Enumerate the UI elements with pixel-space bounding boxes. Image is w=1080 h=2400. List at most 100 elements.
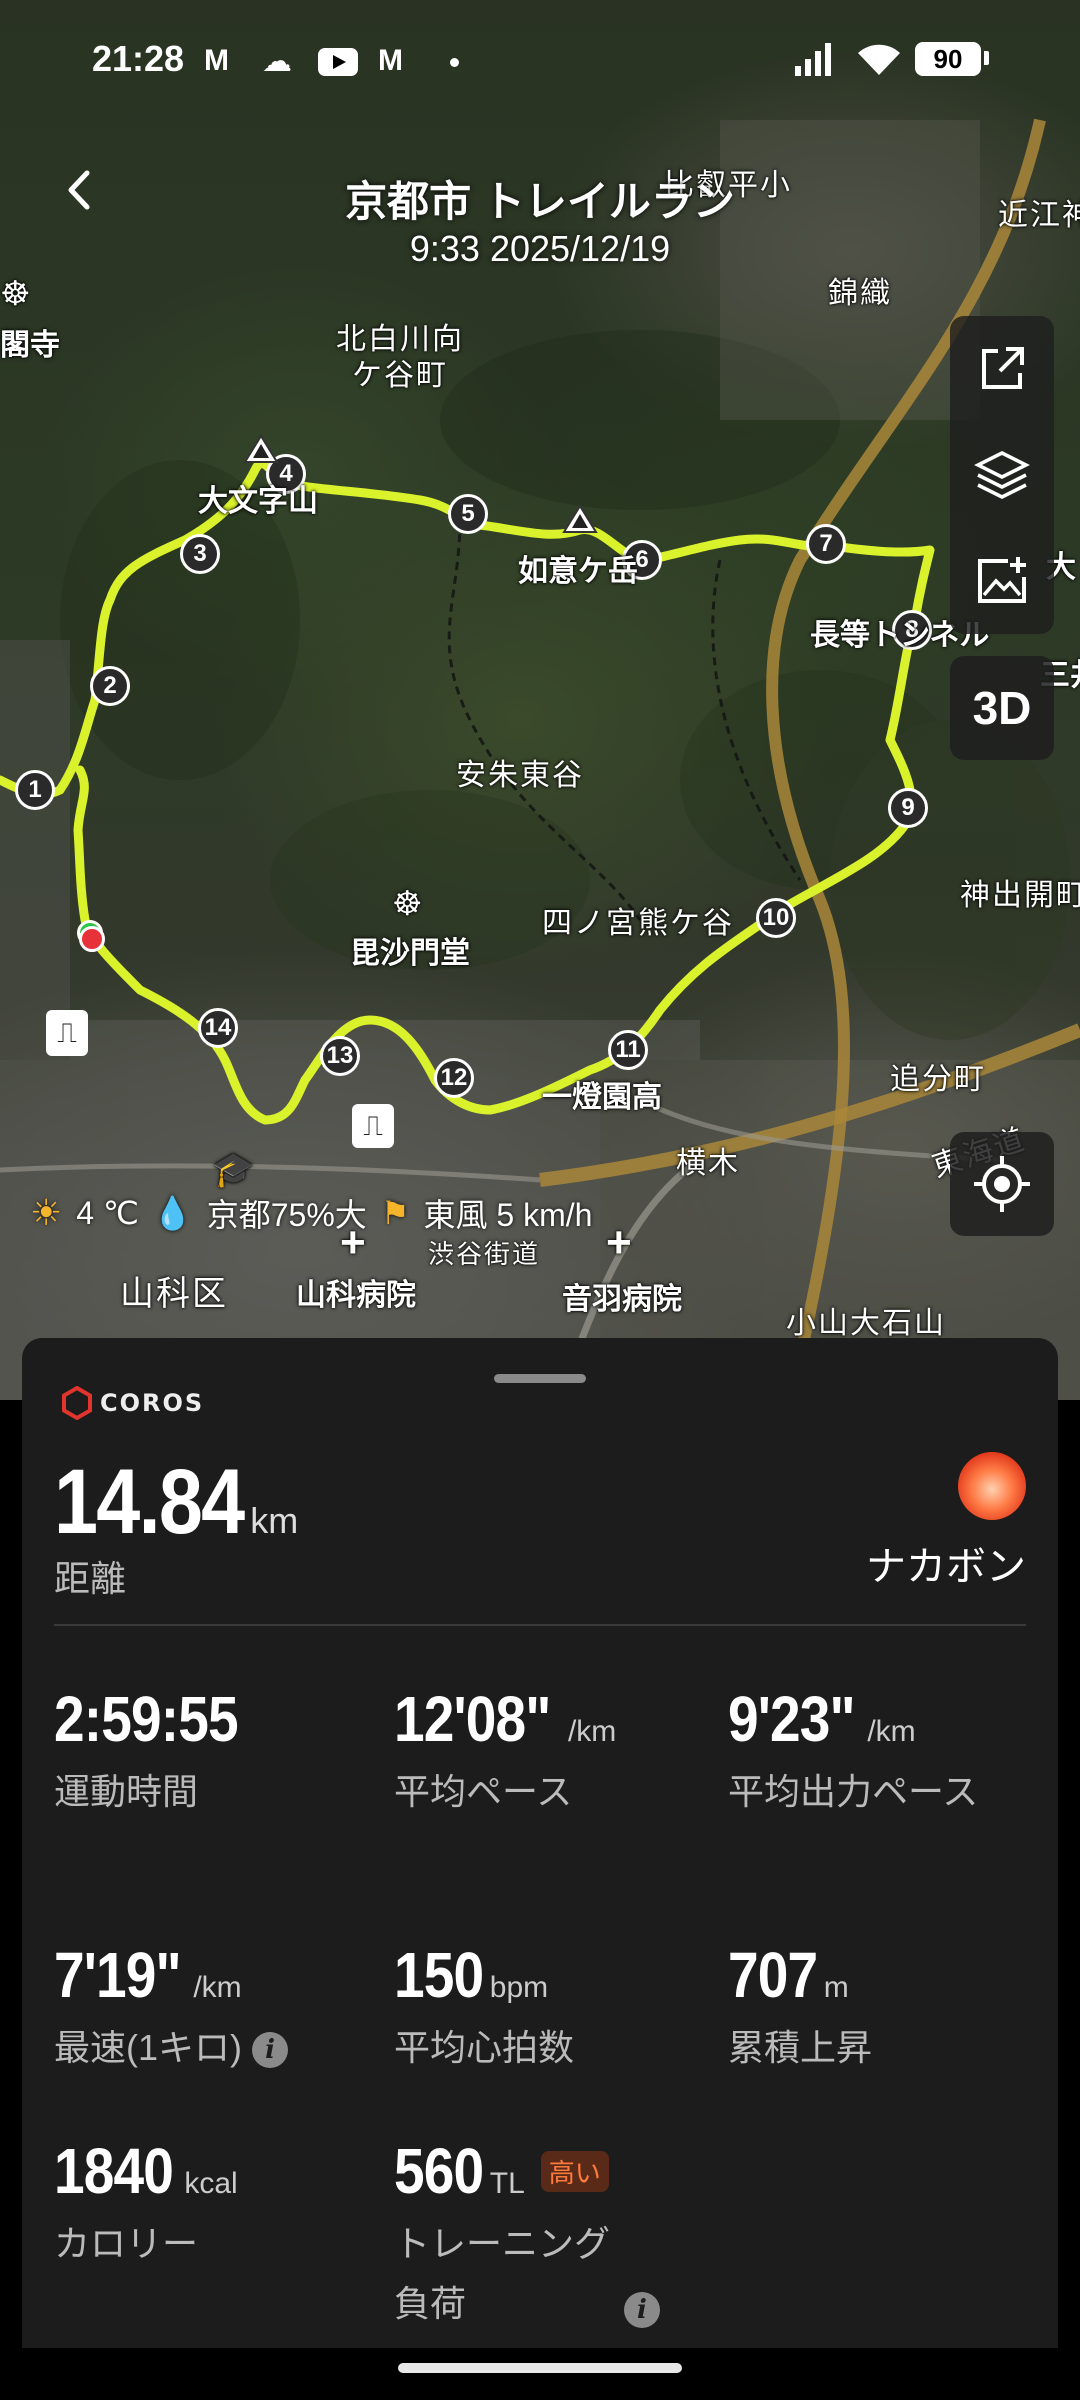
km-marker-3: 3 <box>180 534 220 574</box>
map-label-koyama: 小山大石山 <box>786 1307 946 1340</box>
map-label-bishamondo: 毘沙門堂 <box>350 937 470 970</box>
map-label-yamashina-ku: 山科区 <box>120 1275 228 1313</box>
map-label-yamashina-hospital: 山科病院 <box>296 1279 416 1312</box>
locate-button[interactable] <box>950 1132 1054 1236</box>
signal-icon <box>795 43 831 76</box>
stat-label: 平均ペース <box>394 1771 573 1812</box>
map-label-anshu: 安朱東谷 <box>456 759 584 792</box>
stat-unit: /km <box>867 1715 916 1748</box>
stat-value: 12'08" <box>394 1683 551 1755</box>
map-label-nishiki: 錦織 <box>828 277 892 310</box>
km-marker-9: 9 <box>888 788 928 828</box>
stat-value: 150 <box>394 1939 484 2011</box>
stat-value: 1840 <box>54 2135 174 2207</box>
humidity: 京都75%大 <box>206 1197 367 1233</box>
km-marker-5: 5 <box>448 494 488 534</box>
stat-value: 560 <box>394 2135 484 2207</box>
stat-duration: 2:59:55 運動時間 <box>54 1682 354 1822</box>
mountain-icon <box>243 434 279 463</box>
youtube-icon <box>318 48 358 76</box>
3d-toggle-button[interactable]: 3D <box>950 656 1054 760</box>
map-label-temple-left: 閣寺 <box>0 329 60 362</box>
temple-icon: ☸ <box>0 275 33 313</box>
km-marker-2: 2 <box>90 666 130 706</box>
km-marker-12: 12 <box>434 1058 474 1098</box>
map-label-kamide: 神出開町 <box>960 879 1080 912</box>
stat-value: 2:59:55 <box>54 1683 239 1755</box>
map-label-ittoen: 一燈園高 <box>542 1081 662 1114</box>
station-icon: ⎍ <box>46 1010 88 1056</box>
battery-tip <box>984 51 989 65</box>
add-photo-icon <box>978 557 1026 603</box>
activity-title: 京都市 トレイルラン <box>345 178 735 225</box>
hospital-icon: + <box>606 1218 632 1267</box>
status-bar: 21:28 M ☁ M 90 <box>0 30 1080 90</box>
layers-button[interactable] <box>950 422 1054 528</box>
map-label-kita-shirakawa: 北白川向 ケ谷町 <box>336 323 464 392</box>
brand: COROS <box>60 1386 204 1420</box>
load-level-badge: 高い <box>540 2150 609 2192</box>
stat-avg-pace: 12'08" /km 平均ペース <box>394 1682 694 1822</box>
gmail-icon: M <box>378 44 403 77</box>
status-time: 21:28 <box>92 38 185 79</box>
map-label-shibutani: 渋谷街道 <box>428 1239 541 1269</box>
school-icon: 🎓 <box>212 1151 257 1189</box>
stat-label: 平均心拍数 <box>394 2027 575 2068</box>
photo-button[interactable] <box>950 528 1054 634</box>
stat-label: 平均出力ペース <box>728 1771 979 1812</box>
map-label-otowa-hospital: 音羽病院 <box>562 1283 682 1316</box>
distance-unit: km <box>250 1500 299 1541</box>
stat-label: 運動時間 <box>54 1771 199 1812</box>
avatar[interactable] <box>958 1452 1026 1520</box>
map-label-nyoigatake: 如意ケ岳 <box>518 555 638 588</box>
stat-label: トレーニング負荷 <box>394 2223 611 2324</box>
humidity-icon: 💧 <box>152 1195 193 1231</box>
stat-avg-power-pace: 9'23" /km 平均出力ペース <box>728 1682 988 1822</box>
battery-icon: 90 <box>915 42 981 76</box>
stat-training-load: 560 TL 高い トレーニング負荷 <box>394 2134 644 2334</box>
activity-datetime: 9:33 2025/12/19 <box>409 228 671 269</box>
wind: 東風 5 km/h <box>423 1197 593 1233</box>
stat-value: 707 <box>728 1939 818 2011</box>
username[interactable]: ナカボン <box>866 1534 1026 1592</box>
km-marker-1: 1 <box>15 770 55 810</box>
layers-icon <box>974 451 1030 499</box>
wind-icon: ⚑ <box>380 1195 410 1231</box>
map-tools <box>950 316 1054 634</box>
temple-icon: ☸ <box>392 885 425 923</box>
wifi-icon <box>858 44 900 75</box>
distance-label: 距離 <box>54 1558 127 1599</box>
stat-value: 9'23" <box>728 1683 856 1755</box>
brand-name: COROS <box>100 1389 205 1417</box>
stat-avg-hr: 150 bpm 平均心拍数 <box>394 1938 694 2078</box>
gmail-icon: M <box>204 44 229 77</box>
drag-handle[interactable] <box>494 1374 586 1383</box>
stat-unit: TL <box>489 2167 525 2200</box>
stat-unit: kcal <box>184 2167 238 2200</box>
home-indicator[interactable] <box>398 2363 682 2373</box>
km-marker-10: 10 <box>756 898 796 938</box>
stat-unit: /km <box>567 1715 617 1748</box>
stat-value: 7'19" <box>54 1939 182 2011</box>
info-icon[interactable]: i <box>252 2032 289 2069</box>
stat-unit: /km <box>193 1971 242 2004</box>
km-marker-14: 14 <box>198 1008 238 1048</box>
map-label-oiwake: 追分町 <box>890 1063 986 1096</box>
km-marker-7: 7 <box>806 524 846 564</box>
sun-icon: ☀ <box>30 1192 63 1233</box>
distance-value: 14.84 <box>54 1451 245 1553</box>
stat-fastest-km: 7'19" /km 最速(1キロ) i <box>54 1938 354 2078</box>
divider <box>54 1624 1026 1626</box>
stat-label: 累積上昇 <box>728 2027 873 2068</box>
map-label-shinomiya: 四ノ宮熊ケ谷 <box>542 907 734 940</box>
stat-label: カロリー <box>54 2223 199 2264</box>
summary-panel: COROS 14.84 km 距離 ナカボン 2:59:55 運動時間 12'0… <box>22 1338 1058 2348</box>
share-button[interactable] <box>950 316 1054 422</box>
stat-calories: 1840 kcal カロリー <box>54 2134 354 2274</box>
weather-icon: ☁ <box>262 45 292 78</box>
stat-elevation-gain: 707 m 累積上昇 <box>728 1938 1028 2078</box>
mountain-icon <box>562 504 598 533</box>
info-icon[interactable]: i <box>624 2292 660 2328</box>
coros-logo-icon <box>62 1386 92 1420</box>
map-label-daimonji: 大文字山 <box>198 485 318 518</box>
